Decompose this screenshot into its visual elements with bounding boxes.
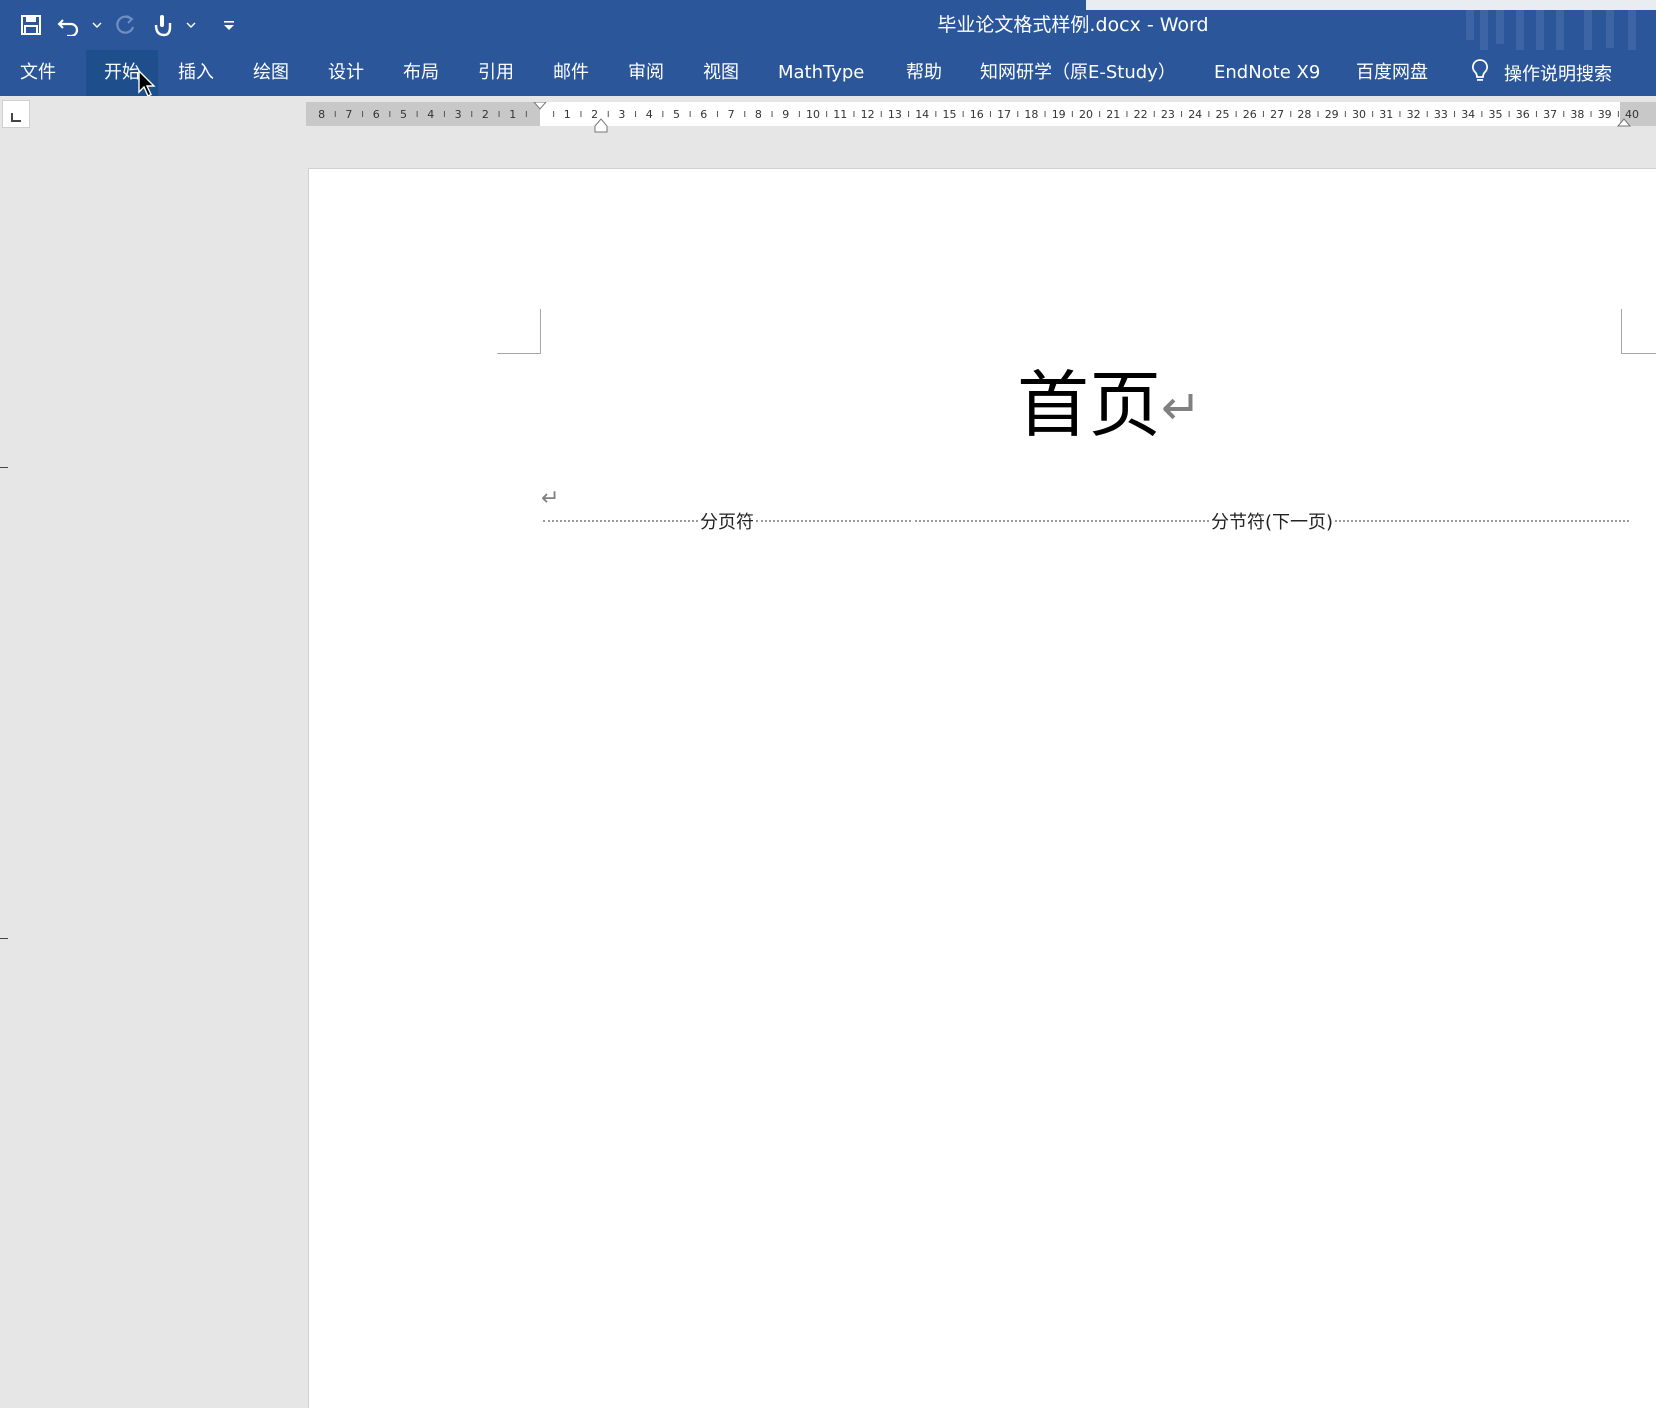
tab-references[interactable]: 引用 xyxy=(460,50,532,96)
page-break: 分页符 xyxy=(543,509,911,533)
ruler-number: 27 xyxy=(1270,108,1284,121)
tab-help[interactable]: 帮助 xyxy=(888,50,960,96)
tab-mailings[interactable]: 邮件 xyxy=(535,50,607,96)
section-break-label: 分节符(下一页) xyxy=(1210,512,1334,533)
ruler-number: 12 xyxy=(861,108,875,121)
ruler-number: 1 xyxy=(564,108,571,121)
ruler-number: 21 xyxy=(1106,108,1120,121)
tab-selector[interactable] xyxy=(2,100,30,128)
ruler-number: 4 xyxy=(646,108,653,121)
ruler-number: 7 xyxy=(345,108,352,121)
ruler-scale: 8 7 6 5 4 3 2 1 1 2 3 4 5 6 7 8 9 10 11 12 13 14 15 16 17 18 19 20 2… xyxy=(318,102,1639,133)
ruler-number: 31 xyxy=(1379,108,1393,121)
ruler-number: 5 xyxy=(400,108,407,121)
horizontal-ruler[interactable]: 8 7 6 5 4 3 2 1 1 2 3 4 5 6 7 8 9 10 11 12 13 14 15 16 17 18 19 20 2… xyxy=(306,102,1656,133)
tab-endnote[interactable]: EndNote X9 xyxy=(1196,50,1338,96)
ruler-number: 34 xyxy=(1461,108,1475,121)
crop-mark-right xyxy=(1621,309,1656,354)
ruler-row: 8 7 6 5 4 3 2 1 1 2 3 4 5 6 7 8 9 10 11 12 13 14 15 16 17 18 19 20 2… xyxy=(0,96,1656,138)
ruler-number: 16 xyxy=(970,108,984,121)
ruler-number: 23 xyxy=(1161,108,1175,121)
ruler-number: 6 xyxy=(373,108,380,121)
tab-mathtype[interactable]: MathType xyxy=(760,50,882,96)
ruler-number: 26 xyxy=(1243,108,1257,121)
tab-file[interactable]: 文件 xyxy=(2,50,74,96)
ruler-number: 36 xyxy=(1516,108,1530,121)
ruler-number: 9 xyxy=(782,108,789,121)
ruler-number: 35 xyxy=(1489,108,1503,121)
title-bar: 毕业论文格式样例.docx - Word xyxy=(0,0,1656,56)
ruler-number: 40 xyxy=(1625,108,1639,121)
empty-paragraph-mark-icon: ↵ xyxy=(541,485,560,510)
tab-draw[interactable]: 绘图 xyxy=(235,50,307,96)
crop-mark-left xyxy=(497,309,541,354)
tab-estudy[interactable]: 知网研学（原E-Study） xyxy=(962,50,1194,96)
tell-me-label: 操作说明搜索 xyxy=(1504,64,1612,85)
heading-text: 首页 xyxy=(1017,363,1162,447)
ruler-number: 1 xyxy=(509,108,516,121)
ruler-number: 2 xyxy=(591,108,598,121)
tab-view[interactable]: 视图 xyxy=(685,50,757,96)
ruler-number: 10 xyxy=(806,108,820,121)
ruler-number: 15 xyxy=(943,108,957,121)
tab-layout[interactable]: 布局 xyxy=(385,50,457,96)
ruler-number: 20 xyxy=(1079,108,1093,121)
ruler-number: 37 xyxy=(1543,108,1557,121)
ruler-number: 3 xyxy=(618,108,625,121)
tab-design[interactable]: 设计 xyxy=(310,50,382,96)
ruler-number: 32 xyxy=(1407,108,1421,121)
ruler-number: 6 xyxy=(700,108,707,121)
ruler-number: 22 xyxy=(1134,108,1148,121)
tab-insert[interactable]: 插入 xyxy=(160,50,232,96)
ruler-number: 33 xyxy=(1434,108,1448,121)
ruler-number: 19 xyxy=(1052,108,1066,121)
ruler-number: 14 xyxy=(915,108,929,121)
page-break-label: 分页符 xyxy=(700,512,754,533)
ruler-number: 5 xyxy=(673,108,680,121)
ruler-number: 3 xyxy=(455,108,462,121)
ruler-number: 28 xyxy=(1297,108,1311,121)
ruler-number: 8 xyxy=(755,108,762,121)
document-heading[interactable]: 首页↵ xyxy=(1017,369,1201,441)
tab-baidu[interactable]: 百度网盘 xyxy=(1338,50,1446,96)
ruler-number: 13 xyxy=(888,108,902,121)
tab-review[interactable]: 审阅 xyxy=(610,50,682,96)
ruler-number: 11 xyxy=(833,108,847,121)
tell-me-search[interactable]: 操作说明搜索 xyxy=(1470,50,1612,96)
ruler-number: 18 xyxy=(1024,108,1038,121)
ribbon-tabs: 文件 开始 插入 绘图 设计 布局 引用 邮件 审阅 视图 MathType 帮… xyxy=(0,50,1656,96)
ruler-number: 4 xyxy=(427,108,434,121)
section-break: 分节符(下一页) xyxy=(915,509,1630,533)
ruler-number: 24 xyxy=(1188,108,1202,121)
ruler-number: 29 xyxy=(1325,108,1339,121)
title-decoration xyxy=(1086,0,1656,10)
ruler-number: 2 xyxy=(482,108,489,121)
ruler-number: 7 xyxy=(728,108,735,121)
lightbulb-icon xyxy=(1470,58,1490,89)
ruler-number: 38 xyxy=(1570,108,1584,121)
document-page[interactable]: 首页↵ ↵ 分页符 分节符(下一页) xyxy=(308,168,1656,1408)
ruler-number: 17 xyxy=(997,108,1011,121)
ruler-number: 25 xyxy=(1216,108,1230,121)
ruler-number: 8 xyxy=(318,108,325,121)
ruler-number: 30 xyxy=(1352,108,1366,121)
ruler-number: 39 xyxy=(1598,108,1612,121)
first-line-indent-marker[interactable] xyxy=(533,102,547,110)
paragraph-mark-icon: ↵ xyxy=(1161,380,1202,436)
